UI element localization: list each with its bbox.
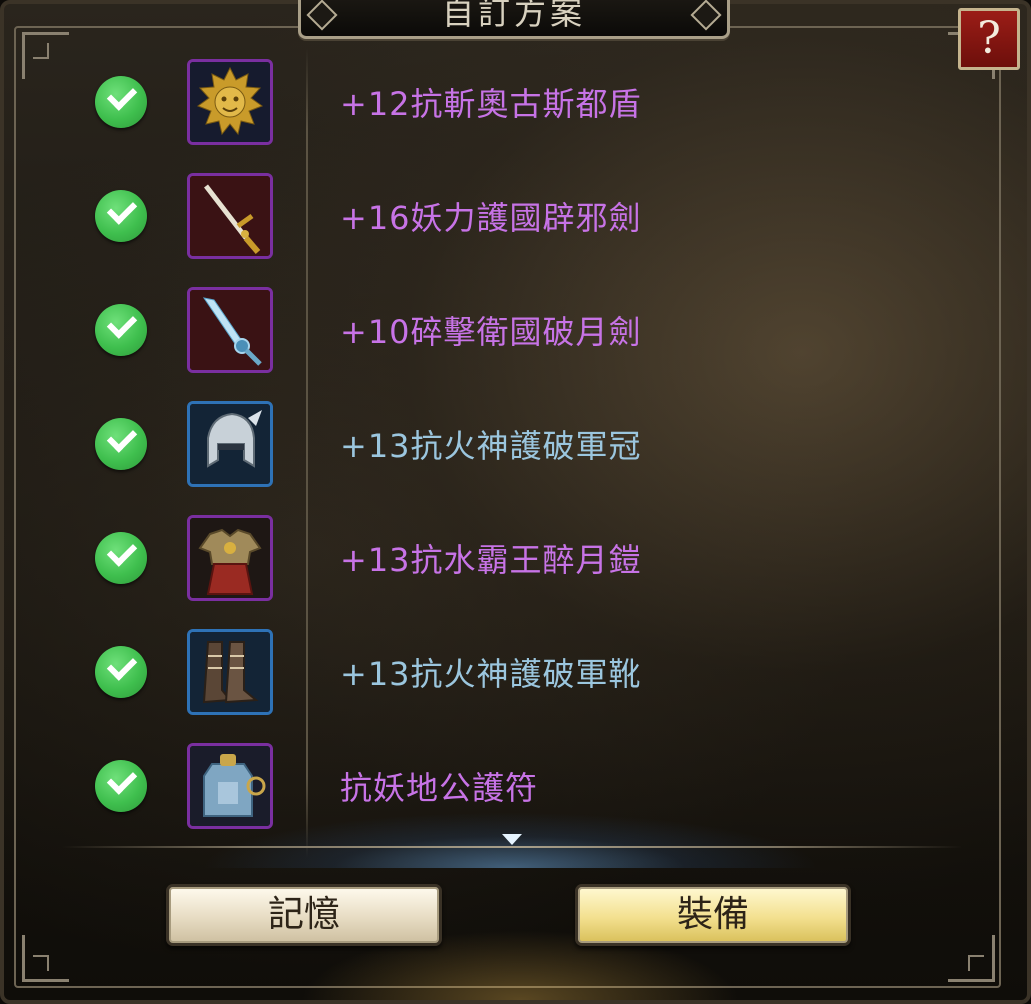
red-armor-icon[interactable] xyxy=(187,515,273,601)
golden-lion-shield-icon[interactable] xyxy=(187,59,273,145)
list-item[interactable]: +13抗火神護破軍靴 xyxy=(0,622,1000,722)
item-name: +13抗水霸王醉月鎧 xyxy=(340,541,642,579)
golden-sword-icon[interactable] xyxy=(187,173,273,259)
horizontal-divider xyxy=(62,846,962,848)
item-name: 抗妖地公護符 xyxy=(340,769,539,807)
list-item[interactable]: +10碎擊衛國破月劍 xyxy=(0,280,1000,380)
list-item[interactable]: +16妖力護國辟邪劍 xyxy=(0,166,1000,266)
item-name: +10碎擊衛國破月劍 xyxy=(340,313,642,351)
checkmark-icon[interactable] xyxy=(95,418,147,470)
memory-button[interactable]: 記憶 xyxy=(166,884,442,946)
checkmark-icon[interactable] xyxy=(95,76,147,128)
checkmark-icon[interactable] xyxy=(95,646,147,698)
ice-sword-icon[interactable] xyxy=(187,287,273,373)
checkmark-icon[interactable] xyxy=(95,760,147,812)
item-name: +13抗火神護破軍冠 xyxy=(340,427,642,465)
checkmark-icon[interactable] xyxy=(95,304,147,356)
item-name: +16妖力護國辟邪劍 xyxy=(340,199,642,237)
item-name: +13抗火神護破軍靴 xyxy=(340,655,642,693)
title-plate: 自訂方案 xyxy=(298,0,730,39)
item-name: +12抗斬奧古斯都盾 xyxy=(340,85,642,123)
ornament-corner xyxy=(22,935,69,982)
equip-button[interactable]: 裝備 xyxy=(575,884,851,946)
dialog-title: 自訂方案 xyxy=(441,0,586,32)
ornament-corner xyxy=(948,935,995,982)
list-item[interactable]: +13抗水霸王醉月鎧 xyxy=(0,508,1000,608)
scroll-down-icon[interactable] xyxy=(502,834,522,845)
boots-icon[interactable] xyxy=(187,629,273,715)
list-item[interactable]: +13抗火神護破軍冠 xyxy=(0,394,1000,494)
checkmark-icon[interactable] xyxy=(95,190,147,242)
list-item[interactable]: +12抗斬奧古斯都盾 xyxy=(0,52,1000,152)
checkmark-icon[interactable] xyxy=(95,532,147,584)
silver-helmet-icon[interactable] xyxy=(187,401,273,487)
